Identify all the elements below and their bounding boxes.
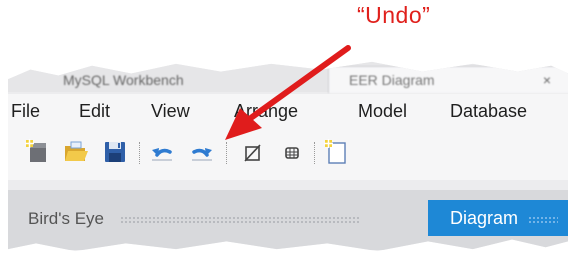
undo-icon [152, 148, 172, 161]
toolbar-separator [139, 142, 141, 164]
align-grid-icon [285, 147, 299, 159]
save-floppy-icon [105, 142, 125, 162]
close-icon[interactable]: × [543, 67, 551, 93]
toolbar [8, 128, 568, 180]
menu-database[interactable]: Database [450, 101, 527, 122]
new-page-button[interactable] [324, 139, 350, 165]
birds-eye-label: Bird's Eye [28, 209, 104, 228]
menu-arrange[interactable]: Arrange [234, 101, 298, 122]
tab-eer-diagram[interactable]: EER Diagram × [328, 66, 568, 93]
app-screenshot: MySQL Workbench EER Diagram × File Edit … [8, 61, 568, 252]
new-page-icon [324, 139, 346, 164]
toolbar-separator [314, 142, 316, 164]
title-tab-bar: MySQL Workbench EER Diagram × [8, 61, 568, 93]
align-grid-button[interactable] [279, 139, 305, 165]
toggle-grid-icon [244, 144, 261, 162]
redo-icon [192, 148, 212, 161]
undo-button[interactable] [149, 139, 175, 165]
panel-tab-bar: Bird's Eye Diagram [8, 190, 568, 250]
menu-edit[interactable]: Edit [79, 101, 110, 122]
tab-workbench[interactable]: MySQL Workbench [8, 68, 363, 92]
drag-grip[interactable] [120, 216, 360, 224]
toolbar-separator [226, 142, 228, 164]
redo-button[interactable] [189, 139, 215, 165]
new-model-button[interactable] [24, 139, 50, 165]
open-button[interactable] [63, 139, 89, 165]
undo-callout-label: “Undo” [357, 2, 431, 28]
diagram-panel-tab[interactable]: Diagram [428, 200, 568, 236]
new-model-icon [25, 139, 46, 162]
menu-file[interactable]: File [11, 101, 40, 122]
birds-eye-panel-tab[interactable]: Bird's Eye [8, 202, 413, 236]
menu-bar: File Edit View Arrange Model Database [8, 94, 568, 128]
toggle-grid-button[interactable] [240, 139, 266, 165]
open-folder-icon [65, 141, 88, 161]
menu-view[interactable]: View [151, 101, 190, 122]
menu-model[interactable]: Model [358, 101, 407, 122]
diagram-label: Diagram [450, 208, 519, 228]
drag-grip[interactable] [528, 215, 559, 223]
save-button[interactable] [102, 139, 128, 165]
tab-eer-diagram-label: EER Diagram [349, 72, 435, 88]
